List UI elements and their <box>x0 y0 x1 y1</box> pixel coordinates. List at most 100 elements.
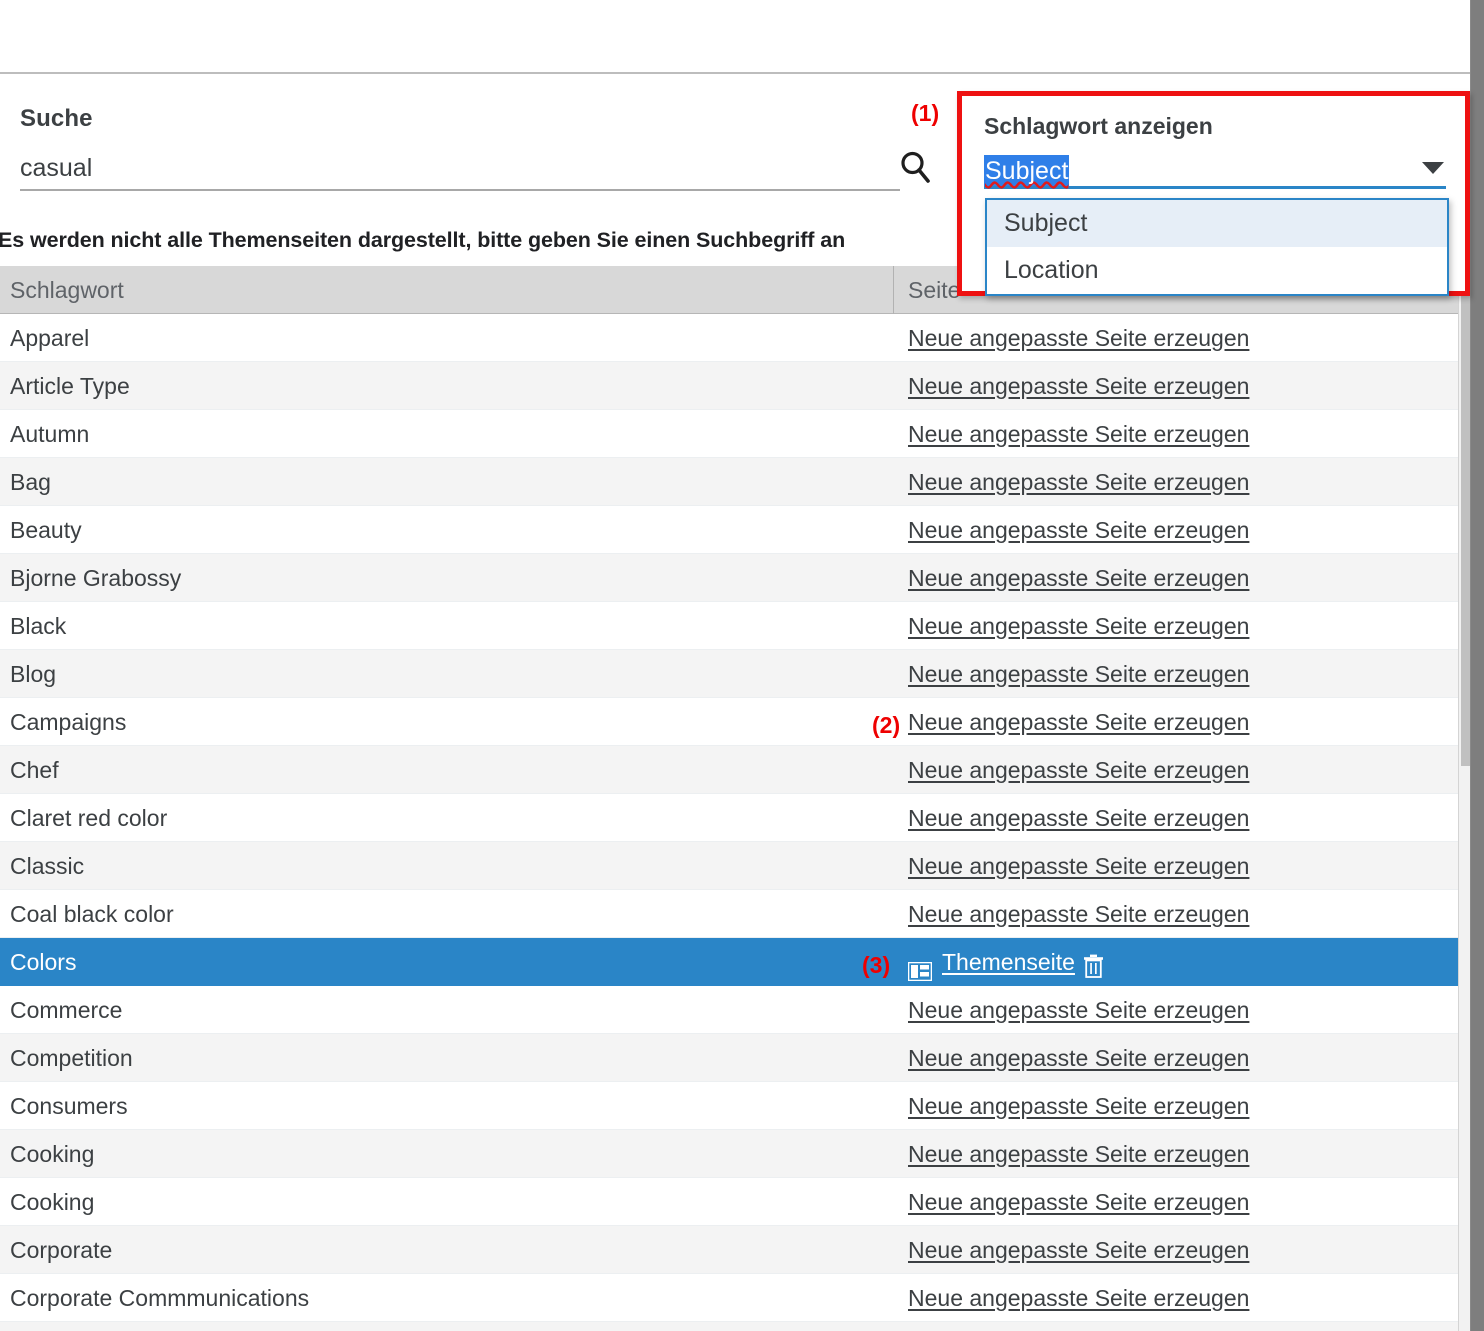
hint-text: Es werden nicht alle Themenseiten darges… <box>0 228 845 253</box>
create-page-link[interactable]: Neue angepasste Seite erzeugen <box>908 1274 1249 1322</box>
column-header-seite[interactable]: Seite <box>908 266 960 314</box>
create-page-link[interactable]: Neue angepasste Seite erzeugen <box>908 602 1249 650</box>
create-page-link[interactable]: Neue angepasste Seite erzeugen <box>908 986 1249 1034</box>
annotation-marker-2: (2) <box>872 712 900 739</box>
table-row[interactable]: Claret red color Neue angepasste Seite er… <box>0 794 1470 842</box>
cell-keyword: Chef <box>10 746 59 794</box>
cell-keyword: Commerce <box>10 986 122 1034</box>
table-row[interactable]: Corporate Neue angepasste Seite erzeugen <box>0 1226 1470 1274</box>
create-page-link[interactable]: Neue angepasste Seite erzeugen <box>908 554 1249 602</box>
create-page-link[interactable]: Neue angepasste Seite erzeugen <box>908 314 1249 362</box>
table-row[interactable]: Competition Neue angepasste Seite erzeuge… <box>0 1034 1470 1082</box>
annotation-marker-1: (1) <box>911 100 939 127</box>
cell-keyword: Corporate <box>10 1226 112 1274</box>
create-page-link[interactable]: Neue angepasste Seite erzeugen <box>908 458 1249 506</box>
cell-keyword: Cooking <box>10 1130 94 1178</box>
table-row[interactable]: Chef Neue angepasste Seite erzeugen <box>0 746 1470 794</box>
table-row[interactable]: ColorsThemenseite <box>0 938 1470 986</box>
schlagwort-select[interactable]: Subject <box>984 153 1446 189</box>
create-page-link[interactable]: Neue angepasste Seite erzeugen <box>908 362 1249 410</box>
cell-keyword: Competition <box>10 1034 133 1082</box>
table-row[interactable]: Cooking Neue angepasste Seite erzeugen <box>0 1178 1470 1226</box>
create-page-link[interactable]: Neue angepasste Seite erzeugen <box>908 1130 1249 1178</box>
create-page-link[interactable]: Neue angepasste Seite erzeugen <box>908 842 1249 890</box>
table-row[interactable]: ClassicNeue angepasste Seite erzeugen <box>0 842 1470 890</box>
schlagwort-select-value[interactable]: Subject <box>984 155 1069 186</box>
cell-keyword: Beauty <box>10 506 82 554</box>
search-icon[interactable] <box>898 149 932 185</box>
cell-action: Neue angepasste Seite erzeugen <box>908 698 1249 746</box>
table-row[interactable]: Apparel Neue angepasste Seite erzeugen <box>0 314 1470 362</box>
option-location[interactable]: Location <box>987 247 1447 294</box>
table-row[interactable]: BagNeue angepasste Seite erzeugen <box>0 458 1470 506</box>
cell-action: Neue angepasste Seite erzeugen <box>908 314 1249 362</box>
cell-keyword: Corporate Commmunications <box>10 1274 309 1322</box>
create-page-link[interactable]: Neue angepasste Seite erzeugen <box>908 1034 1249 1082</box>
schlagwort-select-options[interactable]: Subject Location <box>985 198 1449 296</box>
keyword-table: Schlagwort Seite Apparel Neue angepasste … <box>0 266 1470 1331</box>
table-row[interactable]: Corporate Commmunications Neue angepasste… <box>0 1274 1470 1322</box>
cell-action: Neue angepasste Seite erzeugen <box>908 362 1249 410</box>
table-row[interactable]: AutumnNeue angepasste Seite erzeugen <box>0 410 1470 458</box>
page-gutter <box>1470 0 1484 1331</box>
search-block: Suche <box>20 105 910 191</box>
cell-keyword: Coal black color <box>10 890 174 938</box>
create-page-link[interactable]: Neue angepasste Seite erzeugen <box>908 794 1249 842</box>
table-row[interactable]: Cooking Neue angepasste Seite erzeugen <box>0 1130 1470 1178</box>
app-root: Suche Es werden nicht alle Themenseiten … <box>0 0 1484 1331</box>
cell-action: Themenseite <box>908 938 1104 986</box>
cell-keyword: Cooking <box>10 1178 94 1226</box>
cell-action: Neue angepasste Seite erzeugen <box>908 1082 1249 1130</box>
create-page-link[interactable]: Neue angepasste Seite erzeugen <box>908 410 1249 458</box>
table-row[interactable]: Commerce Neue angepasste Seite erzeugen <box>0 986 1470 1034</box>
create-page-link[interactable]: Neue angepasste Seite erzeugen <box>908 506 1249 554</box>
cell-action: Neue angepasste Seite erzeugen <box>908 842 1249 890</box>
cell-action: Neue angepasste Seite erzeugen <box>908 554 1249 602</box>
column-header-schlagwort[interactable]: Schlagwort <box>10 266 124 314</box>
cell-action: Neue angepasste Seite erzeugen <box>908 506 1249 554</box>
search-input[interactable] <box>20 149 850 187</box>
table-body: ApparelNeue angepasste Seite erzeugenArt… <box>0 314 1470 1331</box>
cell-action: Neue angepasste Seite erzeugen <box>908 650 1249 698</box>
table-row[interactable]: Beauty Neue angepasste Seite erzeugen <box>0 506 1470 554</box>
cell-keyword: Consumers <box>10 1082 128 1130</box>
themenseite-link[interactable]: Themenseite <box>942 938 1075 986</box>
cell-action: Neue angepasste Seite erzeugen <box>908 794 1249 842</box>
create-page-link[interactable]: Neue angepasste Seite erzeugen <box>908 1226 1249 1274</box>
table-row[interactable]: Blog Neue angepasste Seite erzeugen <box>0 650 1470 698</box>
chevron-down-icon[interactable] <box>1422 162 1444 174</box>
cell-keyword: Bjorne Grabossy <box>10 554 181 602</box>
cell-keyword: Claret red color <box>10 794 167 842</box>
table-row[interactable]: Creative Neue angepasste Seite erzeugen <box>0 1322 1470 1331</box>
cell-keyword: Article Type <box>10 362 130 410</box>
column-divider <box>893 266 894 314</box>
cell-keyword: Apparel <box>10 314 89 362</box>
table-row[interactable]: Bjorne Grabossy Neue angepasste Seite erz… <box>0 554 1470 602</box>
create-page-link[interactable]: Neue angepasste Seite erzeugen <box>908 698 1249 746</box>
create-page-link[interactable]: Neue angepasste Seite erzeugen <box>908 890 1249 938</box>
cell-action: Neue angepasste Seite erzeugen <box>908 1034 1249 1082</box>
create-page-link[interactable]: Neue angepasste Seite erzeugen <box>908 746 1249 794</box>
create-page-link[interactable]: Neue angepasste Seite erzeugen <box>908 1178 1249 1226</box>
create-page-link[interactable]: Neue angepasste Seite erzeugen <box>908 1322 1249 1331</box>
page-layout-icon[interactable] <box>908 953 932 972</box>
trash-icon[interactable] <box>1083 950 1104 974</box>
cell-action: Neue angepasste Seite erzeugen <box>908 1226 1249 1274</box>
annotation-box-1: Schlagwort anzeigen Subject Subject Loca… <box>957 91 1470 296</box>
table-row[interactable]: Article Type Neue angepasste Seite erzeug… <box>0 362 1470 410</box>
cell-action: Neue angepasste Seite erzeugen <box>908 602 1249 650</box>
cell-action: Neue angepasste Seite erzeugen <box>908 890 1249 938</box>
table-row[interactable]: CampaignsNeue angepasste Seite erzeugen <box>0 698 1470 746</box>
cell-action: Neue angepasste Seite erzeugen <box>908 746 1249 794</box>
create-page-link[interactable]: Neue angepasste Seite erzeugen <box>908 650 1249 698</box>
table-row[interactable]: Coal black color Neue angepasste Seite er… <box>0 890 1470 938</box>
cell-keyword: Black <box>10 602 66 650</box>
page-gutter-inner <box>1470 0 1484 1331</box>
option-subject[interactable]: Subject <box>987 200 1447 247</box>
table-row[interactable]: Black Neue angepasste Seite erzeugen <box>0 602 1470 650</box>
cell-keyword: Blog <box>10 650 56 698</box>
cell-action: Neue angepasste Seite erzeugen <box>908 410 1249 458</box>
create-page-link[interactable]: Neue angepasste Seite erzeugen <box>908 1082 1249 1130</box>
table-row[interactable]: Consumers Neue angepasste Seite erzeugen <box>0 1082 1470 1130</box>
cell-keyword: Creative <box>10 1322 96 1331</box>
